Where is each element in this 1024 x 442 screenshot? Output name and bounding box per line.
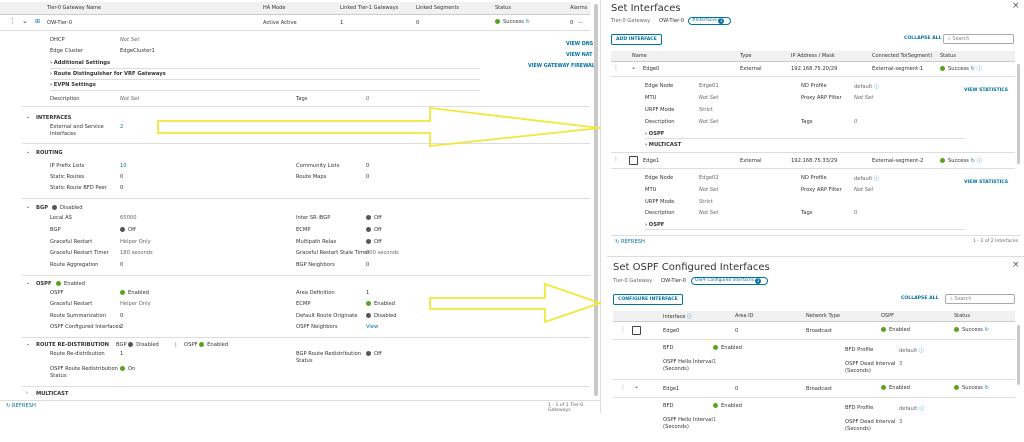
arrow-to-interfaces [157,106,601,148]
arrow-to-ospf [429,282,603,324]
annotation-arrows [157,106,603,324]
